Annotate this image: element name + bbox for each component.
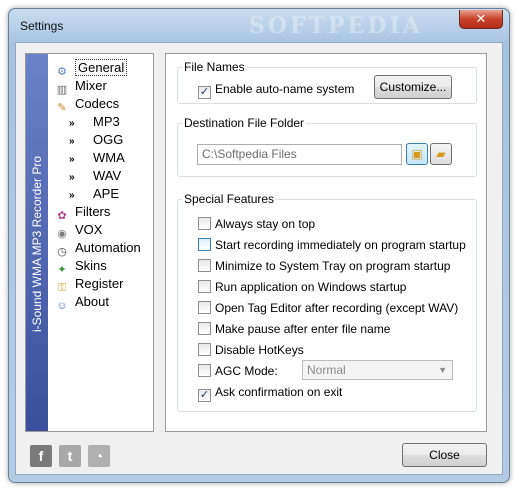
- browse-folder-button[interactable]: ▰: [430, 143, 452, 165]
- option-label: Run application on Windows startup: [215, 280, 407, 294]
- option-label: Start recording immediately on program s…: [215, 238, 466, 252]
- sidebar-item-label: Mixer: [75, 78, 107, 93]
- option-checkbox[interactable]: [198, 364, 211, 377]
- sidebar-item-automation[interactable]: ◷ Automation: [54, 239, 141, 258]
- open-folder-icon: ▰: [436, 147, 446, 161]
- sidebar-item-about[interactable]: ☺ About: [54, 293, 109, 312]
- new-folder-button[interactable]: ▣: [406, 143, 428, 165]
- sidebar-item-label: Skins: [75, 258, 107, 273]
- option-checkbox[interactable]: [198, 322, 211, 335]
- option-label: AGC Mode:: [215, 364, 278, 378]
- option-label: Ask confirmation on exit: [215, 385, 343, 399]
- settings-navigation: i-Sound WMA MP3 Recorder Pro ⚙ General ▥ Mi…: [25, 53, 154, 432]
- sidebar-item-mixer[interactable]: ▥ Mixer: [54, 77, 107, 96]
- title-bar[interactable]: Settings SOFTPEDIA ✕: [9, 9, 509, 43]
- agc-mode-select[interactable]: Normal ▼: [302, 360, 453, 380]
- sidebar-item-wma[interactable]: » WMA: [69, 149, 125, 167]
- option-always-stay-on-top[interactable]: Always stay on top: [198, 216, 315, 232]
- watermark: SOFTPEDIA: [249, 13, 423, 39]
- agc-mode-value: Normal: [307, 363, 346, 377]
- auto-name-option[interactable]: ✓ Enable auto-name system: [198, 81, 355, 99]
- window-title: Settings: [20, 19, 64, 33]
- option-label: Open Tag Editor after recording (except …: [215, 301, 459, 315]
- option-checkbox[interactable]: [198, 301, 211, 314]
- product-name: i-Sound WMA MP3 Recorder Pro: [30, 155, 44, 333]
- sidebar-item-label: Codecs: [75, 96, 120, 111]
- dialog-client-area: i-Sound WMA MP3 Recorder Pro ⚙ General ▥ Mi…: [15, 42, 503, 475]
- general-settings-panel: File Names ✓ Enable auto-name system Cust…: [165, 53, 487, 432]
- close-button[interactable]: Close: [402, 443, 487, 467]
- sidebar-item-label: Automation: [75, 240, 141, 255]
- sidebar-item-ogg[interactable]: » OGG: [69, 131, 123, 149]
- option-checkbox[interactable]: [198, 259, 211, 272]
- sidebar-item-label: OGG: [93, 132, 124, 147]
- customize-button[interactable]: Customize...: [374, 75, 452, 99]
- sidebar-item-label: MP3: [93, 114, 120, 129]
- facebook-button[interactable]: f: [30, 445, 52, 467]
- sidebar-item-filters[interactable]: ✿ Filters: [54, 203, 111, 222]
- option-checkbox[interactable]: [198, 217, 211, 230]
- special-features-legend: Special Features: [184, 192, 275, 206]
- auto-name-checkbox[interactable]: ✓: [198, 86, 211, 99]
- option-checkbox[interactable]: ✓: [198, 389, 211, 402]
- option-label: Minimize to System Tray on program start…: [215, 259, 451, 273]
- facebook-icon: f: [38, 448, 44, 464]
- twitter-icon: t: [67, 448, 73, 464]
- sidebar-item-vox[interactable]: ◉ VOX: [54, 221, 103, 240]
- sidebar-item-mp3[interactable]: » MP3: [69, 113, 120, 131]
- settings-window: Settings SOFTPEDIA ✕ i-Sound WMA MP3 Rec…: [8, 8, 510, 483]
- option-ask-confirmation-on-exit[interactable]: ✓ Ask confirmation on exit: [198, 384, 343, 402]
- twitter-button[interactable]: t: [59, 445, 81, 467]
- sidebar-item-general[interactable]: ⚙ General: [54, 59, 128, 78]
- option-label: Make pause after enter file name: [215, 322, 391, 336]
- sidebar-item-label: Register: [75, 276, 124, 291]
- sidebar-item-wav[interactable]: » WAV: [69, 167, 121, 185]
- sidebar-item-label: WMA: [93, 150, 125, 165]
- option-checkbox[interactable]: [198, 238, 211, 251]
- option-label: Disable HotKeys: [215, 343, 304, 357]
- chevron-down-icon: ▼: [438, 365, 447, 375]
- file-names-legend: File Names: [184, 60, 245, 74]
- option-agc-mode[interactable]: AGC Mode:: [198, 363, 278, 379]
- window-close-button[interactable]: ✕: [459, 10, 503, 29]
- option-checkbox[interactable]: [198, 343, 211, 356]
- sidebar-item-register[interactable]: ⚿ Register: [54, 275, 124, 294]
- rss-icon: ◔: [94, 448, 104, 464]
- sidebar-item-label: General: [75, 59, 128, 76]
- option-label: Always stay on top: [215, 217, 316, 231]
- codecs-icon: ✎: [57, 102, 67, 114]
- option-run-application-on-windows-startup[interactable]: Run application on Windows startup: [198, 279, 406, 295]
- users-icon: ☺: [56, 300, 68, 312]
- option-disable-hotkeys[interactable]: Disable HotKeys: [198, 342, 304, 358]
- sidebar-item-label: WAV: [93, 168, 122, 183]
- sidebar-item-ape[interactable]: » APE: [69, 185, 119, 203]
- destination-legend: Destination File Folder: [184, 116, 305, 130]
- auto-name-label: Enable auto-name system: [215, 82, 355, 96]
- option-minimize-to-system-tray-on-program-startup[interactable]: Minimize to System Tray on program start…: [198, 258, 450, 274]
- product-banner: i-Sound WMA MP3 Recorder Pro: [26, 54, 48, 431]
- sidebar-item-codecs[interactable]: ✎ Codecs: [54, 95, 120, 114]
- new-folder-icon: ▣: [411, 147, 423, 161]
- sidebar-item-label: APE: [93, 186, 120, 201]
- option-checkbox[interactable]: [198, 280, 211, 293]
- option-open-tag-editor-after-recording-except-wav[interactable]: Open Tag Editor after recording (except …: [198, 300, 458, 316]
- sidebar-item-label: About: [75, 294, 109, 309]
- sidebar-item-skins[interactable]: ✦ Skins: [54, 257, 107, 276]
- sidebar-item-label: VOX: [75, 222, 103, 237]
- sidebar-item-label: Filters: [75, 204, 111, 219]
- option-start-recording-immediately-on-program-startup[interactable]: Start recording immediately on program s…: [198, 237, 466, 253]
- destination-path-field[interactable]: C:\Softpedia Files: [197, 144, 402, 165]
- rss-button[interactable]: ◔: [88, 445, 110, 467]
- close-icon: ✕: [475, 11, 487, 26]
- option-make-pause-after-enter-file-name[interactable]: Make pause after enter file name: [198, 321, 390, 337]
